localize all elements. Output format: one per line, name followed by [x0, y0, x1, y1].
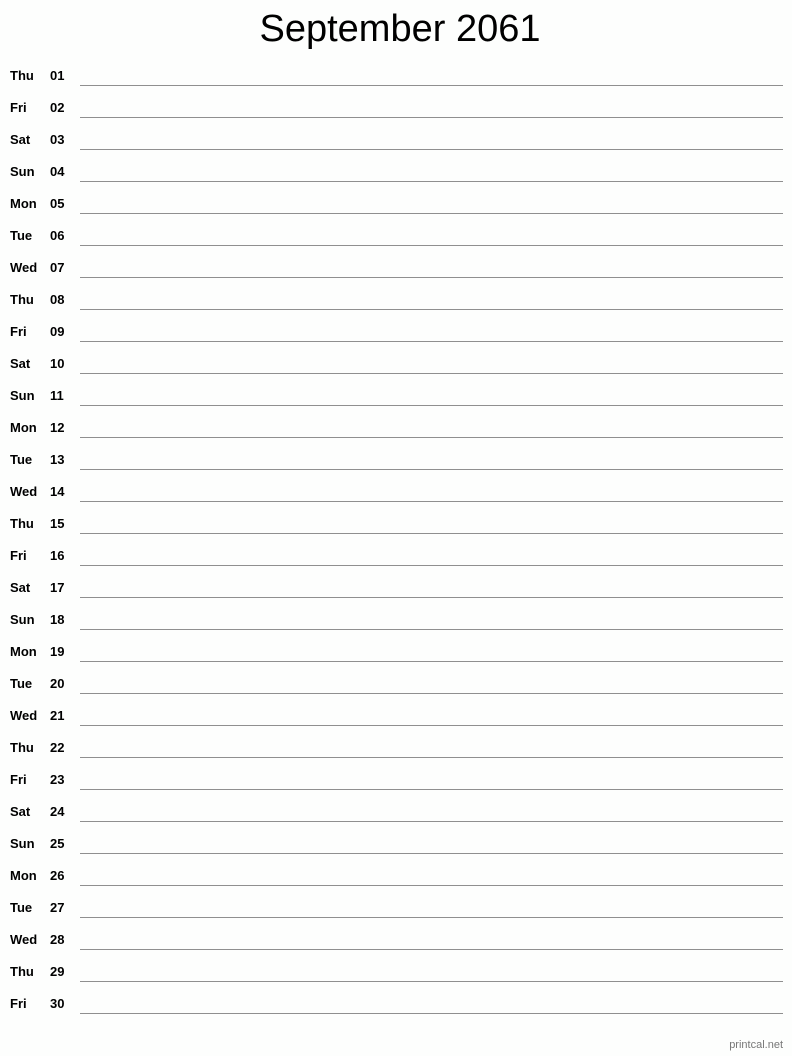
- day-number: 03: [50, 132, 65, 147]
- day-number: 26: [50, 868, 65, 883]
- day-of-week: Tue: [10, 900, 33, 915]
- day-of-week: Wed: [10, 260, 38, 275]
- day-row: Wed 07: [0, 246, 792, 278]
- day-of-week: Fri: [10, 100, 27, 115]
- day-number: 14: [50, 484, 65, 499]
- day-of-week: Tue: [10, 228, 33, 243]
- day-row: Sat 10: [0, 342, 792, 374]
- day-row: Sun 11: [0, 374, 792, 406]
- day-of-week: Mon: [10, 644, 37, 659]
- day-row: Tue 27: [0, 886, 792, 918]
- day-row: Thu 01: [0, 54, 792, 86]
- footer-credit: printcal.net: [729, 1039, 783, 1051]
- day-of-week: Sun: [10, 164, 35, 179]
- day-of-week: Sat: [10, 804, 31, 819]
- day-of-week: Tue: [10, 452, 33, 467]
- day-of-week: Fri: [10, 772, 27, 787]
- day-number: 19: [50, 644, 65, 659]
- day-number: 20: [50, 676, 65, 691]
- day-row: Thu 22: [0, 726, 792, 758]
- day-row: Fri 23: [0, 758, 792, 790]
- day-row: Mon 19: [0, 630, 792, 662]
- day-row: Tue 20: [0, 662, 792, 694]
- day-of-week: Mon: [10, 868, 37, 883]
- day-number: 13: [50, 452, 65, 467]
- day-row: Thu 08: [0, 278, 792, 310]
- day-number: 04: [50, 164, 65, 179]
- day-row: Fri 09: [0, 310, 792, 342]
- day-of-week: Fri: [10, 548, 27, 563]
- day-row: Mon 26: [0, 854, 792, 886]
- day-of-week: Thu: [10, 292, 34, 307]
- day-row: Tue 13: [0, 438, 792, 470]
- day-of-week: Sat: [10, 132, 31, 147]
- page-title: September 2061: [259, 8, 541, 50]
- day-row: Wed 28: [0, 918, 792, 950]
- day-of-week: Wed: [10, 484, 38, 499]
- day-row: Mon 12: [0, 406, 792, 438]
- day-number: 02: [50, 100, 65, 115]
- day-row: Tue 06: [0, 214, 792, 246]
- writing-line: [80, 1013, 783, 1014]
- day-number: 16: [50, 548, 65, 563]
- day-of-week: Sun: [10, 836, 35, 851]
- day-number: 29: [50, 964, 65, 979]
- day-of-week: Thu: [10, 68, 34, 83]
- day-of-week: Sat: [10, 580, 31, 595]
- day-number: 17: [50, 580, 65, 595]
- day-row: Sun 25: [0, 822, 792, 854]
- day-of-week: Fri: [10, 996, 27, 1011]
- day-number: 12: [50, 420, 65, 435]
- day-number: 24: [50, 804, 65, 819]
- day-row: Thu 29: [0, 950, 792, 982]
- day-number: 01: [50, 68, 65, 83]
- day-row: Sun 04: [0, 150, 792, 182]
- day-number: 06: [50, 228, 65, 243]
- day-number: 22: [50, 740, 65, 755]
- day-number: 27: [50, 900, 65, 915]
- day-number: 30: [50, 996, 65, 1011]
- day-row: Mon 05: [0, 182, 792, 214]
- day-row: Thu 15: [0, 502, 792, 534]
- day-of-week: Wed: [10, 932, 38, 947]
- day-number: 28: [50, 932, 65, 947]
- day-of-week: Mon: [10, 196, 37, 211]
- day-row: Fri 30: [0, 982, 792, 1014]
- day-number: 18: [50, 612, 65, 627]
- day-row: Fri 16: [0, 534, 792, 566]
- day-number: 15: [50, 516, 65, 531]
- day-number: 10: [50, 356, 65, 371]
- day-number: 07: [50, 260, 65, 275]
- day-of-week: Sun: [10, 388, 35, 403]
- day-of-week: Mon: [10, 420, 37, 435]
- day-number: 25: [50, 836, 65, 851]
- day-number: 23: [50, 772, 65, 787]
- day-number: 11: [50, 388, 64, 403]
- day-of-week: Thu: [10, 964, 34, 979]
- day-of-week: Wed: [10, 708, 38, 723]
- day-row: Sat 03: [0, 118, 792, 150]
- day-number: 09: [50, 324, 65, 339]
- day-number: 21: [50, 708, 65, 723]
- day-row: Sat 24: [0, 790, 792, 822]
- day-number: 08: [50, 292, 65, 307]
- day-of-week: Fri: [10, 324, 27, 339]
- day-row: Wed 14: [0, 470, 792, 502]
- day-of-week: Sun: [10, 612, 35, 627]
- day-row: Wed 21: [0, 694, 792, 726]
- day-list: Thu 01 Fri 02 Sat 03 Sun 04 Mon 05 Tue 06 Wed 07 Thu 08…: [0, 54, 792, 1014]
- day-of-week: Thu: [10, 516, 34, 531]
- day-row: Sat 17: [0, 566, 792, 598]
- day-row: Fri 02: [0, 86, 792, 118]
- day-number: 05: [50, 196, 65, 211]
- day-of-week: Tue: [10, 676, 33, 691]
- day-of-week: Sat: [10, 356, 31, 371]
- day-row: Sun 18: [0, 598, 792, 630]
- day-of-week: Thu: [10, 740, 34, 755]
